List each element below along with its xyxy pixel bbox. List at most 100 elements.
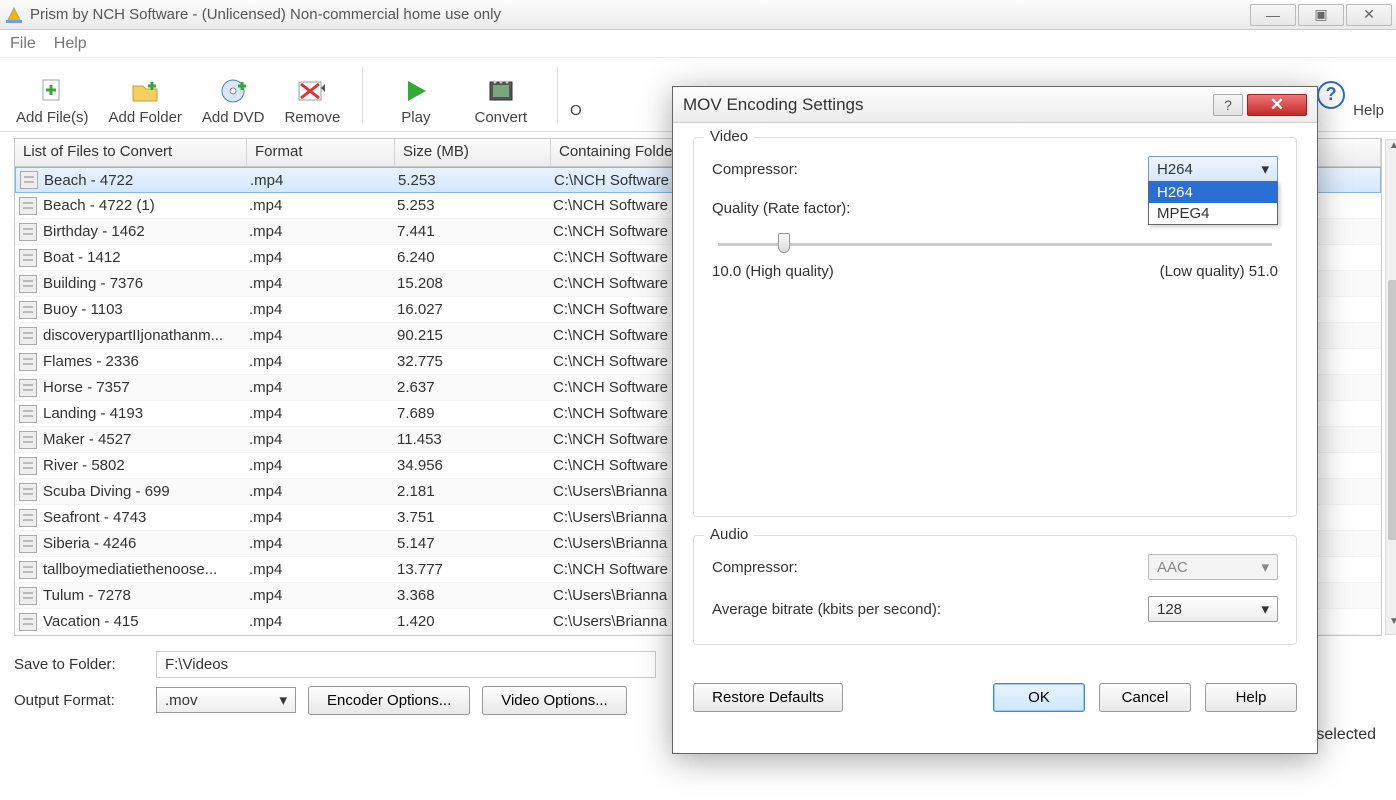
restore-defaults-button[interactable]: Restore Defaults bbox=[693, 683, 843, 712]
chevron-down-icon: ▾ bbox=[1261, 160, 1269, 178]
encoder-options-button[interactable]: Encoder Options... bbox=[308, 686, 470, 715]
slider-handle[interactable] bbox=[778, 233, 790, 253]
dialog-titlebar: MOV Encoding Settings ? ✕ bbox=[673, 87, 1317, 123]
output-format-combo[interactable]: .mov ▾ bbox=[156, 687, 296, 713]
toolbar-separator bbox=[362, 67, 363, 123]
scroll-down-arrow[interactable]: ▼ bbox=[1386, 616, 1396, 634]
file-size: 7.689 bbox=[397, 405, 553, 422]
file-format: .mp4 bbox=[249, 327, 397, 344]
file-name: Vacation - 415 bbox=[43, 613, 249, 630]
file-format: .mp4 bbox=[249, 431, 397, 448]
file-format: .mp4 bbox=[249, 587, 397, 604]
vertical-scrollbar[interactable]: ▲ ▼ bbox=[1385, 139, 1396, 635]
file-name: Buoy - 1103 bbox=[43, 301, 249, 318]
file-format: .mp4 bbox=[249, 613, 397, 630]
scroll-thumb[interactable] bbox=[1388, 280, 1396, 540]
dialog-close-button[interactable]: ✕ bbox=[1247, 94, 1307, 116]
file-icon bbox=[19, 327, 37, 345]
add-files-button[interactable]: Add File(s) bbox=[6, 62, 99, 128]
compressor-dropdown-list: H264 MPEG4 bbox=[1148, 181, 1278, 225]
compressor-dropdown[interactable]: H264 ▾ H264 MPEG4 bbox=[1148, 156, 1278, 182]
add-dvd-button[interactable]: Add DVD bbox=[192, 62, 275, 128]
audio-compressor-label: Compressor: bbox=[712, 559, 1148, 576]
add-folder-icon bbox=[130, 73, 160, 109]
menu-help[interactable]: Help bbox=[54, 35, 87, 53]
encoding-settings-dialog: MOV Encoding Settings ? ✕ Video Compress… bbox=[672, 86, 1318, 754]
video-group: Video Compressor: H264 ▾ H264 MPEG4 Qual… bbox=[693, 137, 1297, 517]
scroll-up-arrow[interactable]: ▲ bbox=[1386, 140, 1396, 158]
file-format: .mp4 bbox=[249, 275, 397, 292]
toolbar-help-icon[interactable]: ? bbox=[1317, 81, 1345, 109]
bitrate-dropdown[interactable]: 128 ▾ bbox=[1148, 596, 1278, 622]
remove-button[interactable]: Remove bbox=[274, 62, 350, 128]
window-close-button[interactable]: ✕ bbox=[1346, 4, 1392, 26]
audio-compressor-dropdown[interactable]: AAC ▾ bbox=[1148, 554, 1278, 580]
window-maximize-button[interactable]: ▣ bbox=[1298, 4, 1344, 26]
convert-button[interactable]: Convert bbox=[456, 62, 545, 128]
file-icon bbox=[19, 275, 37, 293]
quality-min: 10.0 (High quality) bbox=[712, 263, 834, 280]
help-button[interactable]: Help bbox=[1205, 683, 1297, 712]
file-name: Maker - 4527 bbox=[43, 431, 249, 448]
column-size[interactable]: Size (MB) bbox=[395, 139, 551, 166]
save-folder-path[interactable]: F:\Videos bbox=[156, 651, 656, 678]
ok-button[interactable]: OK bbox=[993, 683, 1085, 712]
toolbar-options-truncated[interactable]: O bbox=[570, 102, 582, 125]
toolbar-help-label[interactable]: Help bbox=[1353, 102, 1384, 125]
file-name: Tulum - 7278 bbox=[43, 587, 249, 604]
video-options-button[interactable]: Video Options... bbox=[482, 686, 626, 715]
file-name: Flames - 2336 bbox=[43, 353, 249, 370]
video-legend: Video bbox=[704, 128, 754, 145]
file-name: discoverypartIIjonathanm... bbox=[43, 327, 249, 344]
file-icon bbox=[19, 249, 37, 267]
quality-slider[interactable] bbox=[718, 233, 1272, 257]
window-titlebar: Prism by NCH Software - (Unlicensed) Non… bbox=[0, 0, 1396, 30]
file-format: .mp4 bbox=[249, 379, 397, 396]
add-dvd-icon bbox=[218, 73, 248, 109]
file-icon bbox=[19, 613, 37, 631]
file-size: 34.956 bbox=[397, 457, 553, 474]
chevron-down-icon: ▾ bbox=[279, 691, 287, 709]
file-icon bbox=[19, 457, 37, 475]
file-icon bbox=[19, 301, 37, 319]
compressor-option-mpeg4[interactable]: MPEG4 bbox=[1149, 203, 1277, 224]
dialog-help-button[interactable]: ? bbox=[1213, 94, 1243, 116]
file-icon bbox=[19, 535, 37, 553]
compressor-option-h264[interactable]: H264 bbox=[1149, 182, 1277, 203]
file-icon bbox=[19, 431, 37, 449]
file-icon bbox=[19, 405, 37, 423]
menu-file[interactable]: File bbox=[10, 35, 36, 53]
file-size: 5.253 bbox=[398, 172, 554, 189]
file-icon bbox=[19, 197, 37, 215]
file-icon bbox=[19, 587, 37, 605]
file-size: 5.147 bbox=[397, 535, 553, 552]
file-icon bbox=[19, 561, 37, 579]
column-name[interactable]: List of Files to Convert bbox=[15, 139, 247, 166]
add-folder-button[interactable]: Add Folder bbox=[99, 62, 192, 128]
file-format: .mp4 bbox=[249, 535, 397, 552]
file-format: .mp4 bbox=[249, 197, 397, 214]
menu-bar: File Help bbox=[0, 30, 1396, 58]
chevron-down-icon: ▾ bbox=[1261, 600, 1269, 618]
toolbar-separator bbox=[557, 67, 558, 123]
window-title: Prism by NCH Software - (Unlicensed) Non… bbox=[30, 6, 1248, 23]
file-size: 7.441 bbox=[397, 223, 553, 240]
audio-legend: Audio bbox=[704, 526, 754, 543]
cancel-button[interactable]: Cancel bbox=[1099, 683, 1191, 712]
file-size: 2.637 bbox=[397, 379, 553, 396]
file-size: 6.240 bbox=[397, 249, 553, 266]
file-name: Seafront - 4743 bbox=[43, 509, 249, 526]
file-name: Beach - 4722 (1) bbox=[43, 197, 249, 214]
file-format: .mp4 bbox=[249, 353, 397, 370]
dialog-footer: Restore Defaults OK Cancel Help bbox=[673, 683, 1317, 728]
play-button[interactable]: Play bbox=[375, 62, 456, 128]
play-icon bbox=[403, 73, 429, 109]
column-format[interactable]: Format bbox=[247, 139, 395, 166]
file-name: Horse - 7357 bbox=[43, 379, 249, 396]
save-folder-label: Save to Folder: bbox=[14, 656, 144, 673]
file-size: 11.453 bbox=[397, 431, 553, 448]
file-icon bbox=[19, 223, 37, 241]
file-icon bbox=[19, 509, 37, 527]
file-name: Landing - 4193 bbox=[43, 405, 249, 422]
window-minimize-button[interactable]: — bbox=[1250, 4, 1296, 26]
